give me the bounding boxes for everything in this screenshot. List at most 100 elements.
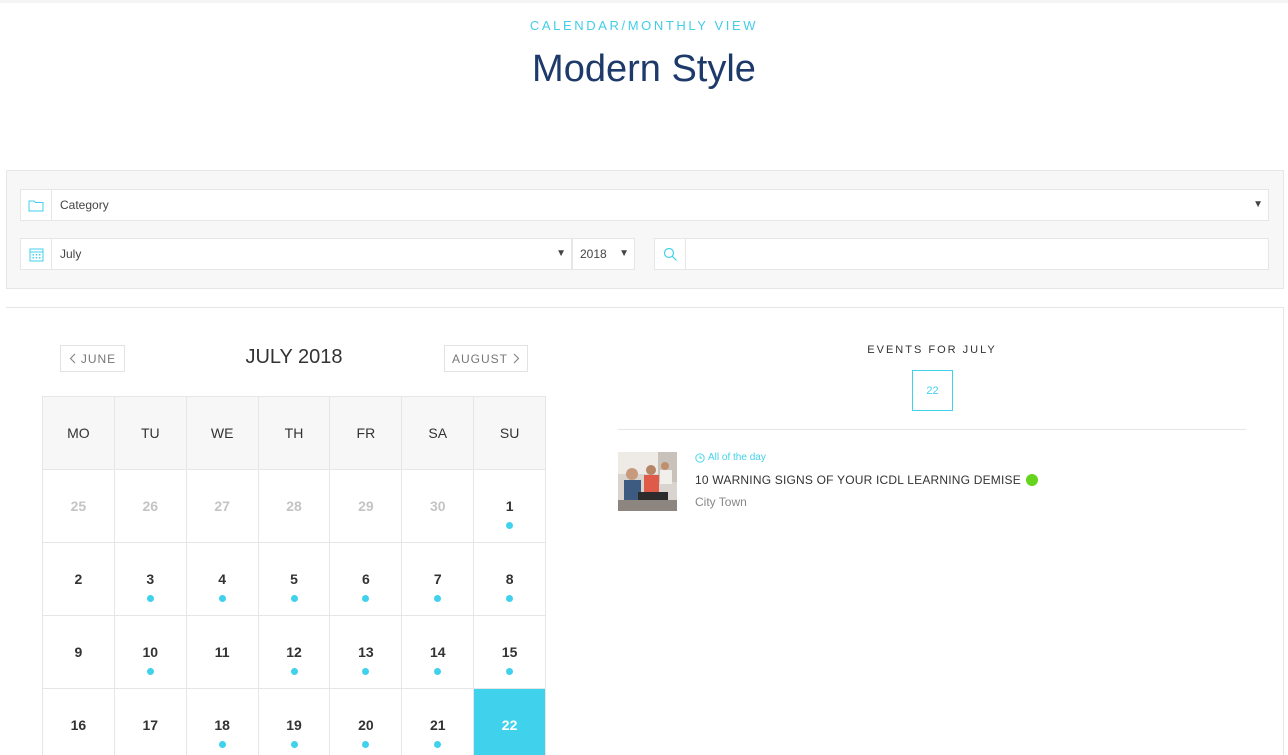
calendar-day[interactable]: 2 xyxy=(43,543,115,616)
event-time: All of the day xyxy=(695,452,766,463)
event-indicator-dot xyxy=(290,668,298,675)
calendar-day-selected[interactable]: 22 xyxy=(474,689,547,755)
divider xyxy=(618,429,1246,430)
calendar-day[interactable]: 11 xyxy=(186,616,259,689)
year-value: 2018 xyxy=(580,247,607,261)
day-number: 10 xyxy=(142,644,159,660)
clock-icon xyxy=(695,452,705,463)
calendar-day[interactable]: 10 xyxy=(114,616,187,689)
day-number: 6 xyxy=(361,571,370,587)
events-heading: EVENTS FOR JULY xyxy=(867,344,997,356)
weekday-header: SU xyxy=(474,397,547,470)
day-number: 1 xyxy=(505,498,514,514)
event-status-dot xyxy=(1025,474,1038,486)
next-month-label: AUGUST xyxy=(451,351,508,366)
event-title-link[interactable]: 10 WARNING SIGNS OF YOUR ICDL LEARNING D… xyxy=(695,473,1038,487)
day-number: 7 xyxy=(433,571,442,587)
week-row: 16 17 18 19 20 21 22 xyxy=(43,689,547,755)
calendar-day[interactable]: 25 xyxy=(43,470,115,543)
calendar-day[interactable]: 14 xyxy=(402,616,475,689)
day-number: 4 xyxy=(218,571,227,587)
event-location: City Town xyxy=(695,495,747,509)
day-number: 28 xyxy=(286,498,302,514)
weekday-header-row: MO TU WE TH FR SA SU xyxy=(43,397,547,470)
page-title: Modern Style xyxy=(532,48,756,90)
day-number: 9 xyxy=(74,644,83,660)
calendar-grid: MO TU WE TH FR SA SU 25 26 27 28 29 30 1 2 3 4 5 6 7 8 9 10 11… xyxy=(42,396,547,755)
event-title: 10 WARNING SIGNS OF YOUR ICDL LEARNING D… xyxy=(695,473,1021,487)
calendar-day[interactable]: 19 xyxy=(259,689,331,755)
calendar-day[interactable]: 21 xyxy=(402,689,475,755)
category-select[interactable]: Category ▼ xyxy=(20,189,1269,221)
event-indicator-dot xyxy=(506,668,514,675)
event-indicator-dot xyxy=(434,668,442,675)
calendar-day[interactable]: 13 xyxy=(330,616,403,689)
day-number: 16 xyxy=(70,717,87,733)
event-item[interactable]: All of the day 10 WARNING SIGNS OF YOUR … xyxy=(618,452,1246,516)
caret-down-icon: ▼ xyxy=(619,248,629,259)
calendar-day[interactable]: 5 xyxy=(258,543,331,616)
calendar-day[interactable]: 30 xyxy=(402,470,475,543)
event-indicator-dot xyxy=(146,668,154,675)
search-field[interactable] xyxy=(654,238,1269,270)
top-border xyxy=(0,0,1288,3)
day-number: 3 xyxy=(146,571,155,587)
filter-panel: Category ▼ July ▼ 2018 ▼ xyxy=(6,170,1284,289)
week-row: 25 26 27 28 29 30 1 xyxy=(43,470,547,543)
category-value: Category xyxy=(60,198,109,212)
calendar-day[interactable]: 28 xyxy=(258,470,331,543)
day-number: 26 xyxy=(142,498,159,514)
calendar-day[interactable]: 27 xyxy=(186,470,259,543)
event-indicator-dot xyxy=(362,668,370,675)
selected-day-badge[interactable]: 22 xyxy=(912,370,953,411)
day-number: 12 xyxy=(286,644,302,660)
year-select[interactable]: 2018 ▼ xyxy=(572,238,635,270)
calendar-day[interactable]: 9 xyxy=(43,616,115,689)
calendar-day[interactable]: 16 xyxy=(43,689,115,755)
page-subtitle: CALENDAR/MONTHLY VIEW xyxy=(529,18,759,33)
calendar-day[interactable]: 26 xyxy=(114,470,187,543)
event-indicator-dot xyxy=(362,741,370,748)
day-number: 17 xyxy=(142,717,159,733)
weekday-header: WE xyxy=(186,397,259,470)
event-indicator-dot xyxy=(290,741,298,748)
event-indicator-dot xyxy=(434,595,442,602)
calendar-day[interactable]: 8 xyxy=(474,543,547,616)
day-number: 20 xyxy=(358,717,374,733)
calendar-day[interactable]: 4 xyxy=(186,543,259,616)
day-number: 14 xyxy=(429,644,446,660)
folder-icon xyxy=(21,190,52,220)
calendar-section: JUNE JULY 2018 AUGUST MO TU WE TH FR SA SU 25 2… xyxy=(6,307,1284,755)
week-row: 2 3 4 5 6 7 8 xyxy=(43,543,547,616)
prev-month-button[interactable]: JUNE xyxy=(60,345,125,372)
next-month-button[interactable]: AUGUST xyxy=(444,345,528,372)
day-number: 13 xyxy=(358,644,374,660)
week-row: 9 10 11 12 13 14 15 xyxy=(43,616,547,689)
event-indicator-dot xyxy=(146,595,154,602)
calendar-day[interactable]: 7 xyxy=(402,543,475,616)
event-indicator-dot xyxy=(218,595,226,602)
event-indicator-dot xyxy=(506,522,514,529)
prev-month-label: JUNE xyxy=(80,351,117,366)
calendar-day[interactable]: 3 xyxy=(114,543,187,616)
month-select[interactable]: July ▼ xyxy=(20,238,572,270)
day-number: 18 xyxy=(214,717,230,733)
chevron-right-icon xyxy=(513,353,520,364)
weekday-header: TH xyxy=(258,397,331,470)
calendar-day[interactable]: 17 xyxy=(115,689,187,755)
day-number: 8 xyxy=(505,571,514,587)
month-title: JULY 2018 xyxy=(245,346,343,368)
calendar-day[interactable]: 20 xyxy=(330,689,403,755)
event-thumbnail[interactable] xyxy=(618,452,677,511)
calendar-day[interactable]: 18 xyxy=(187,689,259,755)
day-number: 27 xyxy=(214,498,230,514)
month-value: July xyxy=(60,247,82,261)
calendar-day[interactable]: 1 xyxy=(474,470,547,543)
day-number: 15 xyxy=(501,644,518,660)
calendar-day[interactable]: 12 xyxy=(258,616,331,689)
calendar-day[interactable]: 15 xyxy=(474,616,547,689)
chevron-left-icon xyxy=(69,353,76,364)
day-number: 22 xyxy=(501,717,518,733)
calendar-day[interactable]: 6 xyxy=(330,543,403,616)
calendar-day[interactable]: 29 xyxy=(330,470,403,543)
